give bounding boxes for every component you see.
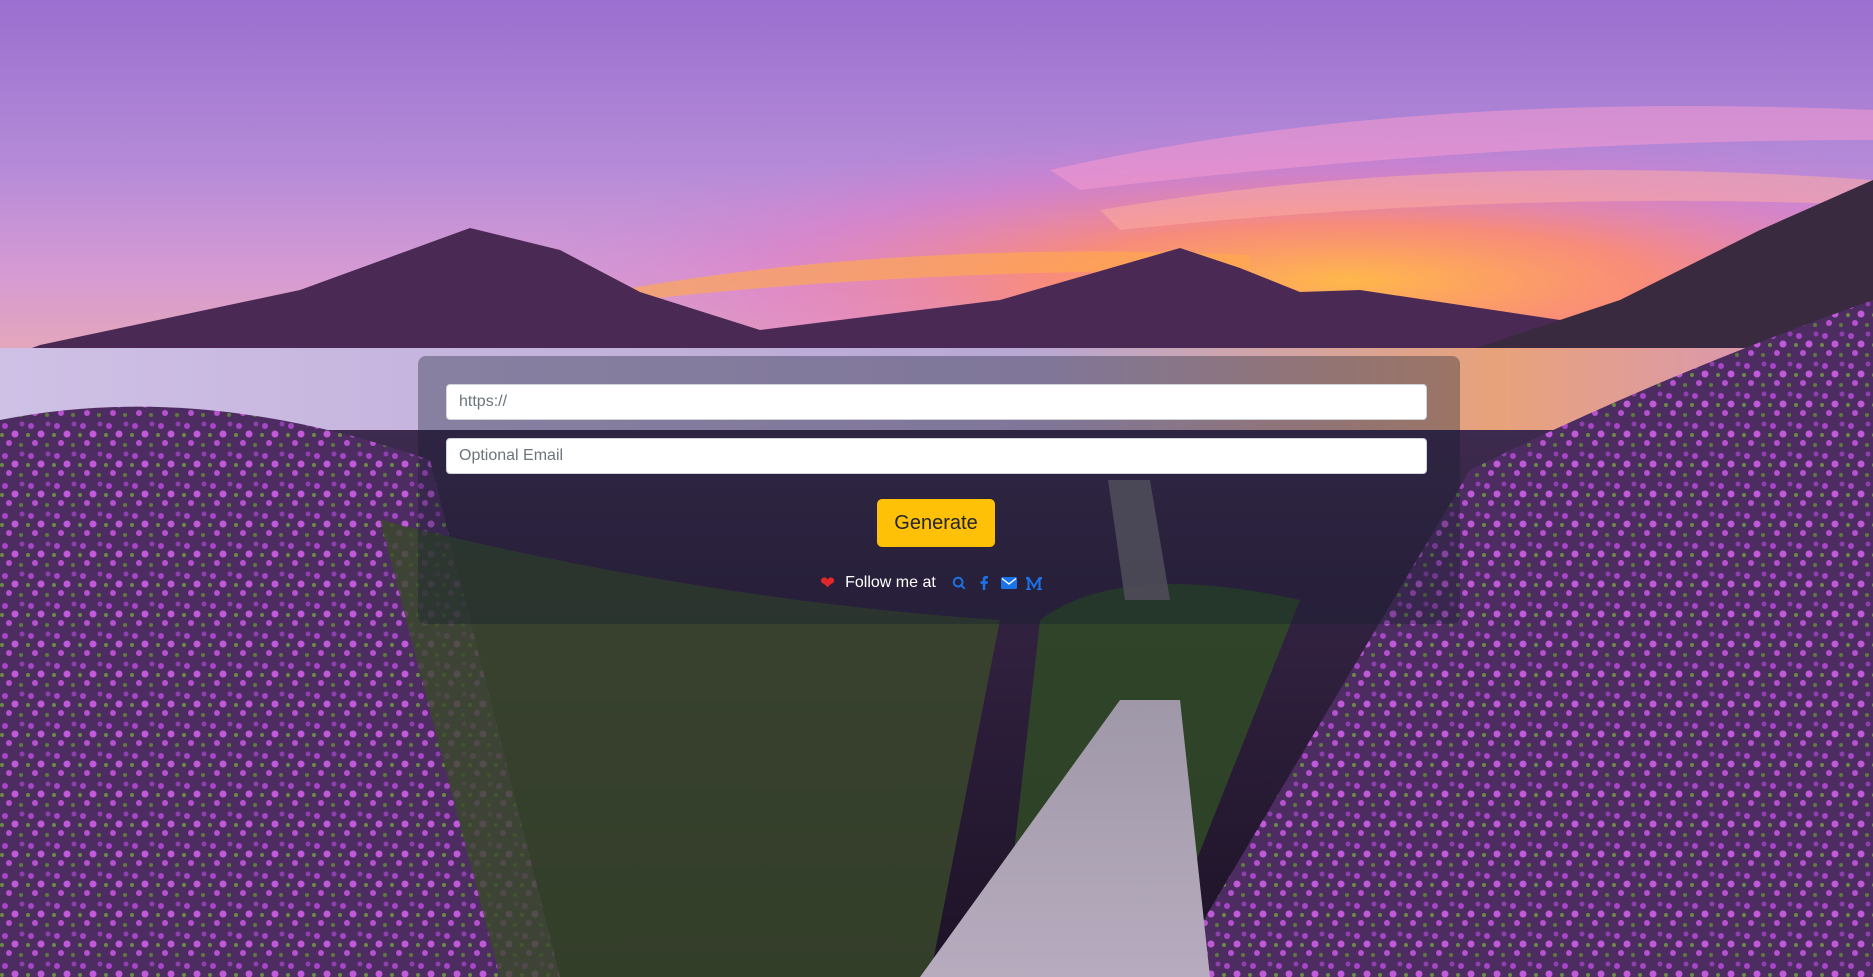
follow-bar: ❤ Follow me at bbox=[820, 572, 1050, 594]
facebook-icon[interactable] bbox=[975, 574, 993, 592]
github-icon[interactable] bbox=[950, 574, 968, 592]
email-input[interactable] bbox=[446, 438, 1427, 474]
email-icon[interactable] bbox=[1000, 574, 1018, 592]
heart-icon: ❤ bbox=[820, 573, 836, 593]
medium-icon[interactable] bbox=[1025, 574, 1043, 592]
url-input[interactable] bbox=[446, 384, 1427, 420]
follow-text: Follow me at bbox=[845, 574, 936, 591]
generate-button[interactable]: Generate bbox=[877, 499, 995, 547]
